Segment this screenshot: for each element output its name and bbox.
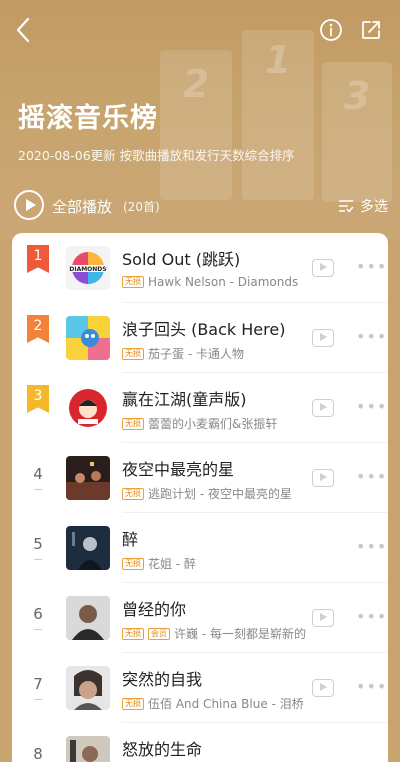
- more-options-icon[interactable]: •••: [356, 259, 387, 275]
- lossless-badge: 无损: [122, 417, 144, 430]
- song-count: (20首): [123, 200, 160, 214]
- info-circle-icon: [320, 19, 342, 41]
- rank-number: 8: [33, 745, 43, 762]
- play-all-bar: 全部播放 (20首) 多选: [0, 188, 400, 224]
- song-title: 醉: [122, 530, 139, 549]
- lossless-badge: 无损: [122, 557, 144, 570]
- lossless-badge: 无损: [122, 697, 144, 710]
- song-artist: 茄子蛋 - 卡通人物: [148, 347, 244, 361]
- album-cover: [66, 456, 110, 500]
- chevron-left-icon: [16, 17, 30, 43]
- rank-change-indicator: [34, 489, 42, 490]
- album-cover: [66, 596, 110, 640]
- song-meta: 无损 茄子蛋 - 卡通人物: [122, 345, 306, 362]
- podium-3: 3: [322, 62, 392, 202]
- more-options-icon[interactable]: •••: [356, 329, 387, 345]
- play-all-icon[interactable]: [14, 190, 44, 220]
- album-cover: DIAMONDS: [66, 246, 110, 290]
- rank-number: 6: [33, 605, 43, 623]
- page-title: 摇滚音乐榜: [18, 103, 158, 134]
- more-options-icon[interactable]: •••: [356, 679, 387, 695]
- song-title: 夜空中最亮的星: [122, 460, 235, 479]
- multi-select-button[interactable]: 多选: [338, 196, 388, 216]
- mv-play-icon[interactable]: [312, 609, 334, 627]
- back-button[interactable]: [6, 12, 42, 48]
- rank-number: 7: [33, 675, 43, 693]
- song-row[interactable]: 8 怒放的生命: [12, 723, 388, 762]
- album-cover: [66, 386, 110, 430]
- svg-text:DIAMONDS: DIAMONDS: [69, 266, 106, 273]
- song-meta: 无损 会员 许巍 - 每一刻都是崭新的: [122, 625, 306, 642]
- lossless-badge: 无损: [122, 627, 144, 640]
- podium-2: 2: [160, 50, 232, 200]
- update-info: 2020-08-06更新 按歌曲播放和发行天数综合排序: [18, 148, 295, 163]
- podium-1: 1: [242, 30, 314, 200]
- mv-play-icon[interactable]: [312, 399, 334, 417]
- song-row[interactable]: 2 浪子回头 (Back Here) 无损 茄子蛋 - 卡通人物 •••: [12, 303, 388, 373]
- song-row[interactable]: 4 夜空中最亮的星 无损 逃跑计划 - 夜空中最亮的星 •••: [12, 443, 388, 513]
- song-meta: 无损 逃跑计划 - 夜空中最亮的星: [122, 485, 306, 502]
- lossless-badge: 无损: [122, 276, 144, 288]
- song-artist: 蕾蕾的小麦霸们&张振轩: [148, 417, 278, 431]
- multi-select-icon: [339, 200, 354, 213]
- song-row[interactable]: 6 曾经的你 无损 会员 许巍 - 每一刻都是崭新的 •••: [12, 583, 388, 653]
- song-title: 赢在江湖(童声版): [122, 390, 247, 409]
- song-meta: 无损 花姐 - 醉: [122, 555, 306, 572]
- vip-badge: 会员: [148, 627, 170, 640]
- song-title: Sold Out (跳跃): [122, 250, 241, 269]
- rank-badge: 3: [27, 385, 49, 413]
- song-row[interactable]: 1 DIAMONDS Sold Out (跳跃) 无损 Hawk Nelson …: [12, 233, 388, 303]
- mv-play-icon[interactable]: [312, 469, 334, 487]
- song-artist: Hawk Nelson - Diamonds: [148, 275, 299, 289]
- album-cover: [66, 526, 110, 570]
- multi-select-label: 多选: [360, 199, 388, 215]
- share-icon: [362, 21, 380, 39]
- more-options-icon[interactable]: •••: [356, 539, 387, 555]
- share-button[interactable]: [353, 12, 389, 48]
- chart-header: 2 1 3 摇滚音乐榜 2020-08-06更新 按歌曲播放和发行天数综合排序 …: [0, 0, 400, 240]
- lossless-badge: 无损: [122, 487, 144, 500]
- song-artist: 许巍 - 每一刻都是崭新的: [174, 627, 306, 641]
- song-title: 浪子回头 (Back Here): [122, 320, 286, 339]
- mv-play-icon[interactable]: [312, 679, 334, 697]
- rank-change-indicator: [34, 699, 42, 700]
- mv-play-icon[interactable]: [312, 259, 334, 277]
- mv-play-icon[interactable]: [312, 329, 334, 347]
- song-artist: 伍佰 And China Blue - 泪桥: [148, 697, 304, 711]
- song-row[interactable]: 5 醉 无损 花姐 - 醉 •••: [12, 513, 388, 583]
- song-artist: 花姐 - 醉: [148, 557, 196, 571]
- rank-change-indicator: [34, 559, 42, 560]
- song-list: 1 DIAMONDS Sold Out (跳跃) 无损 Hawk Nelson …: [12, 233, 388, 762]
- more-options-icon[interactable]: •••: [356, 469, 387, 485]
- lossless-badge: 无损: [122, 347, 144, 360]
- info-button[interactable]: [313, 12, 349, 48]
- rank-number: 5: [33, 535, 43, 553]
- song-meta: 无损 蕾蕾的小麦霸们&张振轩: [122, 415, 306, 432]
- album-cover: [66, 666, 110, 710]
- song-title: 曾经的你: [122, 600, 187, 619]
- rank-number: 4: [33, 465, 43, 483]
- podium-number-2: 2: [182, 62, 210, 106]
- song-title: 突然的自我: [122, 670, 203, 689]
- song-artist: 逃跑计划 - 夜空中最亮的星: [148, 487, 292, 501]
- album-cover: [66, 316, 110, 360]
- play-all-button[interactable]: 全部播放: [52, 196, 112, 217]
- rank-badge: 2: [27, 315, 49, 343]
- song-title: 怒放的生命: [122, 740, 203, 759]
- more-options-icon[interactable]: •••: [356, 609, 387, 625]
- album-cover: [66, 736, 110, 762]
- song-row[interactable]: 7 突然的自我 无损 伍佰 And China Blue - 泪桥 •••: [12, 653, 388, 723]
- more-options-icon[interactable]: •••: [356, 399, 387, 415]
- song-meta: 无损 Hawk Nelson - Diamonds: [122, 275, 306, 289]
- song-row[interactable]: 3 赢在江湖(童声版) 无损 蕾蕾的小麦霸们&张振轩 •••: [12, 373, 388, 443]
- top-bar: [0, 12, 400, 48]
- rank-change-indicator: [34, 629, 42, 630]
- rank-badge: 1: [27, 245, 49, 273]
- song-meta: 无损 伍佰 And China Blue - 泪桥: [122, 695, 306, 712]
- podium-number-3: 3: [343, 74, 371, 118]
